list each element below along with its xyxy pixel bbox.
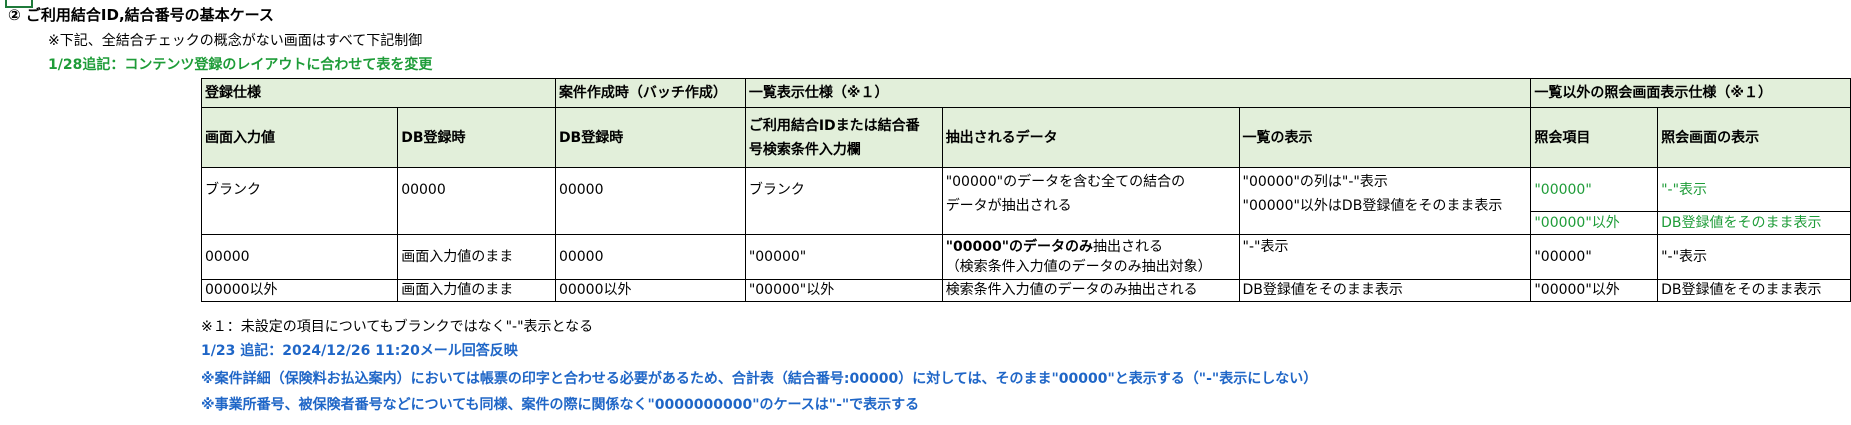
cell-extracted-line1: "00000"のデータを含む全ての結合の <box>945 174 1186 190</box>
col-header-inquiry-item: 照会項目 <box>1530 107 1659 168</box>
cell-db-registration: 画面入力値のまま <box>397 234 556 280</box>
group-header-registration: 登録仕様 <box>201 78 556 108</box>
cell-screen-input: 00000以外 <box>200 279 399 302</box>
cell-extracted-line1: "00000"のデータのみ抽出される <box>946 237 1236 257</box>
cell-inquiry-display: "-"表示 <box>1657 234 1851 280</box>
column-header-row: 画面入力値 DB登録時 DB登録時 ご利用結合IDまたは結合番 号検索条件入力欄… <box>200 107 1851 168</box>
col-header-extracted-data: 抽出されるデータ <box>941 107 1240 168</box>
cell-extracted-data: 検索条件入力値のデータのみ抽出される <box>941 279 1240 302</box>
cell-inquiry-display: "-"表示 <box>1657 167 1851 212</box>
cell-extracted-emphasis: "00000"のデータのみ <box>945 239 1093 255</box>
cell-screen-input: ブランク <box>200 167 399 235</box>
cell-inquiry-item: "00000"以外 <box>1530 279 1659 302</box>
col-header-search-field-line2: 号検索条件入力欄 <box>748 141 861 158</box>
cell-extracted-line2: （検索条件入力値のデータのみ抽出対象） <box>945 259 1212 275</box>
cell-list-display: "00000"の列は"-"表示 "00000"以外はDB登録値をそのまま表示 <box>1238 167 1532 235</box>
cell-db-registration: 画面入力値のまま <box>397 279 556 302</box>
cell-list-display: DB登録値をそのまま表示 <box>1238 279 1532 302</box>
cell-batch-db-registration: 00000 <box>554 167 746 235</box>
group-header-inquiry: 一覧以外の照会画面表示仕様（※１） <box>1530 78 1851 108</box>
section-heading: ② ご利用結合ID,結合番号の基本ケース <box>8 6 274 24</box>
spec-table: 登録仕様 案件作成時（バッチ作成） 一覧表示仕様（※１） 一覧以外の照会画面表示… <box>200 78 1851 302</box>
cell-inquiry-item: "00000" <box>1530 167 1659 212</box>
scope-note: ※下記、全結合チェックの概念がない画面はすべて下記制御 <box>48 33 423 49</box>
table-row-blank: ブランク 00000 00000 ブランク "00000"のデータを含む全ての結… <box>200 167 1851 235</box>
cell-list-display-line1: "00000"の列は"-"表示 <box>1242 174 1388 190</box>
cell-search-field: ブランク <box>744 167 943 235</box>
cell-list-display: "-"表示 <box>1238 234 1532 280</box>
col-header-batch-db-registration: DB登録時 <box>554 107 746 168</box>
cell-search-field: "00000"以外 <box>744 279 943 302</box>
blue-note-1: 1/23 追記：2024/12/26 11:20メール回答反映 <box>201 343 518 359</box>
cell-search-field: "00000" <box>744 234 943 280</box>
cell-batch-db-registration: 00000 <box>554 234 746 280</box>
group-header-batch: 案件作成時（バッチ作成） <box>554 78 746 108</box>
table-row-zero: 00000 画面入力値のまま 00000 "00000" "00000"のデータ… <box>200 234 1851 280</box>
cell-list-display-line2: "00000"以外はDB登録値をそのまま表示 <box>1242 198 1503 214</box>
cell-db-registration: 00000 <box>397 167 556 235</box>
cell-inquiry-display: DB登録値をそのまま表示 <box>1657 211 1851 235</box>
col-header-list-display: 一覧の表示 <box>1238 107 1532 168</box>
cell-extracted-rest: 抽出される <box>1092 239 1163 255</box>
cell-inquiry-display: DB登録値をそのまま表示 <box>1657 279 1851 302</box>
group-header-row: 登録仕様 案件作成時（バッチ作成） 一覧表示仕様（※１） 一覧以外の照会画面表示… <box>201 78 1851 108</box>
table-row-nonzero: 00000以外 画面入力値のまま 00000以外 "00000"以外 検索条件入… <box>200 279 1851 302</box>
col-header-search-field-line1: ご利用結合IDまたは結合番 <box>748 117 920 134</box>
cell-inquiry-item: "00000" <box>1530 234 1659 280</box>
blue-note-3: ※事業所番号、被保険者番号などについても同様、案件の際に関係なく"0000000… <box>201 397 920 413</box>
cell-batch-db-registration: 00000以外 <box>554 279 746 302</box>
footnote: ※１：未設定の項目についてもブランクではなく"-"表示となる <box>201 319 594 335</box>
col-header-screen-input: 画面入力値 <box>200 107 399 168</box>
group-header-list: 一覧表示仕様（※１） <box>744 78 1532 108</box>
cell-extracted-line2: データが抽出される <box>945 198 1072 214</box>
blue-note-2: ※案件詳細（保険料お払込案内）においては帳票の印字と合わせる必要があるため、合計… <box>201 371 1318 387</box>
revision-note-green: 1/28追記：コンテンツ登録のレイアウトに合わせて表を変更 <box>48 57 433 73</box>
col-header-search-field: ご利用結合IDまたは結合番 号検索条件入力欄 <box>744 107 943 168</box>
cell-screen-input: 00000 <box>200 234 399 280</box>
col-header-inquiry-display: 照会画面の表示 <box>1657 107 1851 168</box>
cell-extracted-data: "00000"のデータを含む全ての結合の データが抽出される <box>941 167 1240 235</box>
col-header-db-registration: DB登録時 <box>397 107 556 168</box>
cell-inquiry-item: "00000"以外 <box>1530 211 1659 235</box>
cell-extracted-data: "00000"のデータのみ抽出される （検索条件入力値のデータのみ抽出対象） <box>941 234 1240 280</box>
